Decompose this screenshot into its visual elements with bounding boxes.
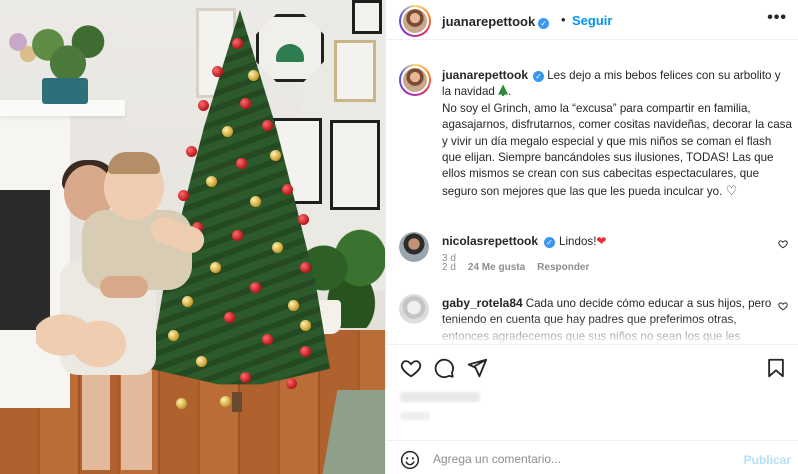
author-username[interactable]: juanarepettook — [442, 14, 535, 29]
author-avatar[interactable] — [399, 5, 431, 37]
red-ornament — [224, 312, 235, 323]
gold-ornament — [300, 320, 311, 331]
author-username-wrap: juanarepettook ✓ — [442, 13, 550, 31]
older-child-legs — [82, 370, 152, 470]
red-ornament — [212, 66, 223, 77]
follow-button[interactable]: Seguir — [572, 13, 612, 28]
post-panel: juanarepettook ✓ • Seguir ••• juanarepett… — [385, 0, 798, 474]
red-ornament — [250, 282, 261, 293]
holding-arm — [100, 276, 148, 298]
caption-period: . — [508, 85, 512, 99]
red-ornament — [240, 372, 251, 383]
commenter-username[interactable]: nicolasrepettook — [442, 234, 538, 248]
baby-hair — [108, 152, 160, 174]
red-ornament — [178, 190, 189, 201]
wall-frame — [352, 0, 382, 34]
gold-ornament — [272, 242, 283, 253]
publish-button[interactable]: Publicar — [744, 453, 791, 467]
comment-body: Lindos! — [559, 235, 597, 248]
heart-icon[interactable] — [400, 357, 422, 379]
gold-ornament — [288, 300, 299, 311]
red-ornament — [298, 214, 309, 225]
likes-count-blurred[interactable] — [400, 392, 480, 402]
baby-legs — [36, 290, 126, 380]
mantel-plant — [28, 20, 108, 82]
verified-icon: ✓ — [533, 71, 545, 82]
red-heart-emoji-icon: ❤ — [596, 234, 607, 248]
white-heart-emoji-icon: ♡ — [725, 182, 738, 198]
red-ornament — [240, 98, 251, 109]
verified-icon: ✓ — [538, 18, 550, 29]
red-ornament — [300, 346, 311, 357]
post-image[interactable] — [0, 0, 385, 474]
comment-text: nicolasrepettook ✓ Lindos!❤ — [442, 233, 772, 250]
more-options-icon[interactable]: ••• — [767, 9, 787, 27]
red-ornament — [198, 100, 209, 111]
red-ornament — [300, 262, 311, 273]
comment-input[interactable] — [433, 449, 733, 469]
wall-frame — [330, 120, 380, 210]
commenter-avatar[interactable] — [399, 232, 429, 262]
caption-text: juanarepettook ✓ Les dejo a mis bebos fel… — [442, 67, 792, 200]
red-ornament — [236, 158, 247, 169]
commenter-username[interactable]: gaby_rotela84 — [442, 296, 523, 310]
gold-ornament — [220, 396, 231, 407]
gold-ornament — [196, 356, 207, 367]
red-ornament — [232, 230, 243, 241]
caption-author-username[interactable]: juanarepettook — [442, 68, 528, 82]
gold-ornament — [270, 150, 281, 161]
gold-ornament — [210, 262, 221, 273]
comment-likes[interactable]: 24 Me gusta — [468, 262, 525, 273]
smiley-icon[interactable] — [400, 450, 420, 470]
comment-time[interactable]: 2 d — [442, 262, 456, 273]
red-ornament — [282, 184, 293, 195]
comment-meta: 2 d 24 Me gusta Responder — [442, 262, 601, 273]
gold-ornament — [248, 70, 259, 81]
post-header: juanarepettook ✓ • Seguir ••• — [386, 0, 798, 40]
comment-like-heart-icon[interactable] — [778, 301, 788, 311]
tree-trunk — [232, 392, 242, 412]
red-ornament — [186, 146, 197, 157]
gold-ornament — [182, 296, 193, 307]
gold-ornament — [222, 126, 233, 137]
share-icon[interactable] — [466, 357, 488, 379]
verified-icon: ✓ — [544, 237, 556, 248]
red-ornament — [232, 38, 243, 49]
caption-author-avatar[interactable] — [399, 64, 431, 96]
plant-pot — [42, 78, 88, 104]
red-ornament — [286, 378, 297, 389]
separator-dot: • — [561, 12, 566, 27]
action-bar — [386, 344, 798, 390]
comment-icon[interactable] — [433, 357, 455, 379]
gold-ornament — [168, 330, 179, 341]
red-ornament — [262, 334, 273, 345]
bookmark-icon[interactable] — [765, 357, 787, 379]
gold-ornament — [206, 176, 217, 187]
reply-button[interactable]: Responder — [537, 262, 589, 273]
post-date-blurred[interactable] — [400, 412, 430, 420]
comment-like-heart-icon[interactable] — [778, 239, 788, 249]
red-ornament — [262, 120, 273, 131]
wall-frame — [334, 40, 376, 102]
add-comment-bar: Publicar — [386, 440, 798, 474]
caption-body: No soy el Grinch, amo la “excusa” para c… — [442, 101, 792, 198]
gold-ornament — [176, 398, 187, 409]
christmas-tree-emoji-icon — [498, 84, 509, 97]
gold-ornament — [250, 196, 261, 207]
